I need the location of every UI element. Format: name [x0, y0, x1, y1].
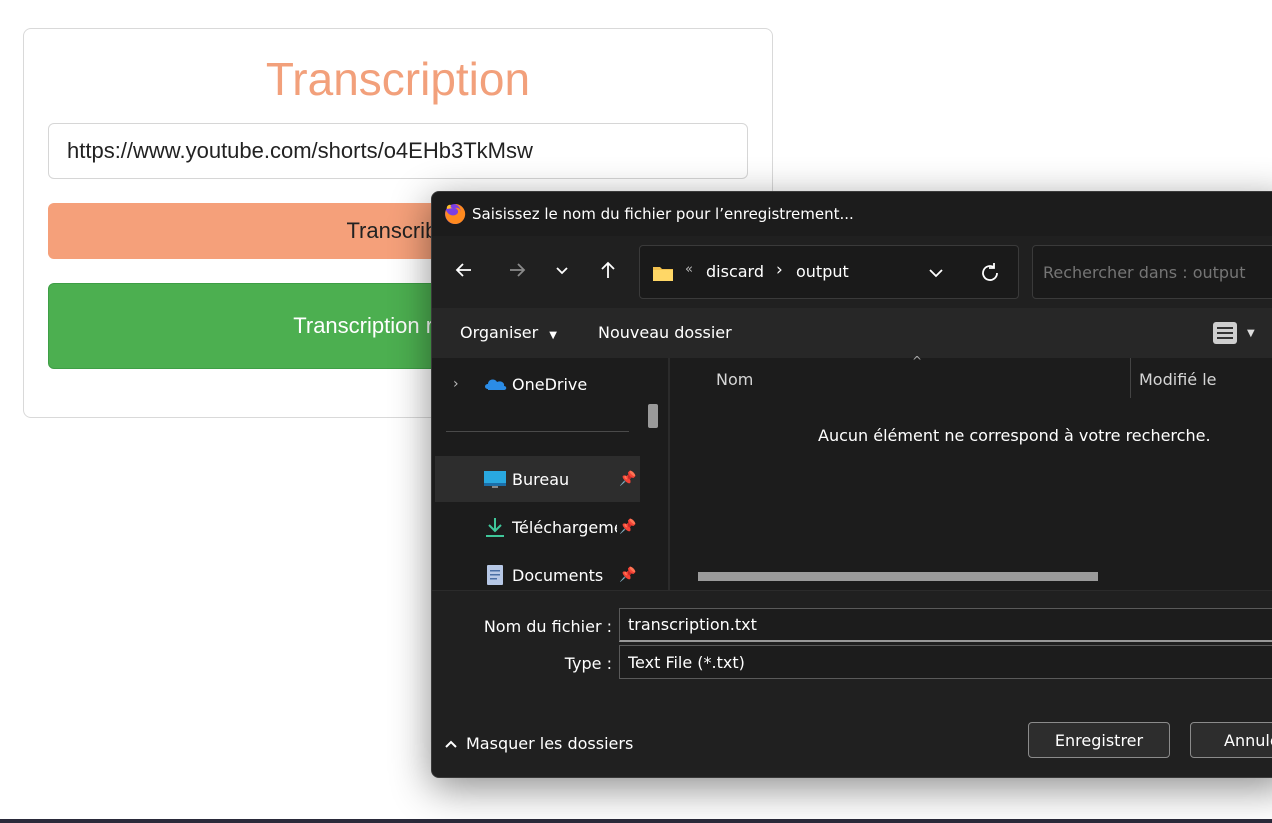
type-select[interactable]: [619, 645, 1272, 679]
breadcrumb-overflow[interactable]: «: [685, 262, 693, 277]
organize-menu[interactable]: Organiser ▼: [460, 323, 557, 342]
refresh-icon[interactable]: [978, 261, 1002, 285]
column-header-name[interactable]: Nom: [716, 370, 753, 389]
pin-icon: 📌: [619, 519, 637, 535]
cancel-button[interactable]: Annuler: [1190, 722, 1272, 758]
organize-dropdown-icon: ▼: [549, 330, 557, 341]
filename-label: Nom du fichier :: [483, 617, 612, 636]
nav-label-bureau: Bureau: [512, 469, 570, 489]
chevron-down-icon: [556, 267, 568, 275]
chevron-up-icon: [445, 740, 457, 748]
nav-divider: [446, 431, 629, 432]
url-input[interactable]: [48, 123, 748, 179]
onedrive-icon: [485, 379, 507, 390]
arrow-up-icon: [601, 261, 615, 278]
nav-label-telechargements: Téléchargements: [512, 517, 617, 537]
documents-icon: [487, 565, 503, 585]
filename-input[interactable]: [619, 608, 1272, 642]
recent-locations-button[interactable]: [544, 252, 580, 288]
page-title: Transcription: [265, 53, 531, 105]
hide-folders-label: Masquer les dossiers: [466, 734, 634, 753]
horizontal-scrollbar[interactable]: [698, 572, 1098, 581]
breadcrumb-discard[interactable]: discard: [706, 262, 764, 281]
column-divider[interactable]: [1130, 358, 1131, 398]
up-button[interactable]: [590, 252, 626, 288]
navigation-pane: › OneDrive Bureau 📌 Téléchargements 📌: [432, 358, 668, 590]
expand-chevron-icon[interactable]: ›: [453, 376, 459, 392]
save-file-dialog: Saisissez le nom du fichier pour l’enreg…: [431, 191, 1272, 778]
type-label: Type :: [564, 654, 612, 673]
new-folder-button[interactable]: Nouveau dossier: [598, 323, 732, 342]
firefox-icon: [445, 203, 466, 224]
breadcrumb-separator-icon[interactable]: ›: [776, 260, 783, 280]
view-dropdown-icon[interactable]: ▼: [1247, 328, 1255, 339]
desktop-icon: [484, 471, 506, 488]
arrow-right-icon: [510, 263, 526, 277]
nav-label-onedrive: OneDrive: [512, 374, 588, 394]
search-input[interactable]: [1032, 245, 1272, 299]
column-header-modified[interactable]: Modifié le: [1139, 370, 1217, 389]
save-button[interactable]: Enregistrer: [1028, 722, 1170, 758]
file-list-pane: ^ Nom Modifié le Aucun élément ne corres…: [670, 354, 1272, 590]
command-bar: Organiser ▼ Nouveau dossier ▼: [432, 308, 1272, 358]
nav-item-telechargements[interactable]: Téléchargements 📌: [435, 504, 640, 550]
forward-button[interactable]: [499, 252, 535, 288]
nav-label-documents: Documents: [512, 565, 604, 585]
nav-item-bureau[interactable]: Bureau 📌: [435, 456, 640, 502]
sort-caret-icon: ^: [912, 354, 923, 368]
address-dropdown-icon[interactable]: [925, 262, 947, 284]
folder-icon: [653, 267, 673, 281]
arrow-left-icon: [455, 263, 471, 277]
pin-icon: 📌: [619, 567, 637, 583]
breadcrumb-output[interactable]: output: [796, 262, 849, 281]
taskbar-strip: [0, 819, 1272, 823]
dialog-navbar: « discard › output: [432, 236, 1272, 308]
download-icon: [486, 518, 504, 537]
dialog-title: Saisissez le nom du fichier pour l’enreg…: [472, 205, 854, 223]
details-view-icon[interactable]: [1212, 321, 1238, 345]
organize-label: Organiser: [460, 323, 539, 342]
dialog-titlebar[interactable]: Saisissez le nom du fichier pour l’enreg…: [432, 192, 1272, 236]
back-button[interactable]: [446, 252, 482, 288]
nav-scrollbar[interactable]: [648, 404, 658, 428]
empty-message: Aucun élément ne correspond à votre rech…: [818, 426, 1211, 445]
save-options-pane: Nom du fichier : Type : Masquer les doss…: [432, 590, 1272, 777]
hide-folders-toggle[interactable]: Masquer les dossiers: [444, 734, 633, 753]
pin-icon: 📌: [619, 471, 637, 487]
nav-item-onedrive[interactable]: › OneDrive: [435, 361, 640, 407]
address-bar[interactable]: « discard › output: [639, 245, 1019, 299]
